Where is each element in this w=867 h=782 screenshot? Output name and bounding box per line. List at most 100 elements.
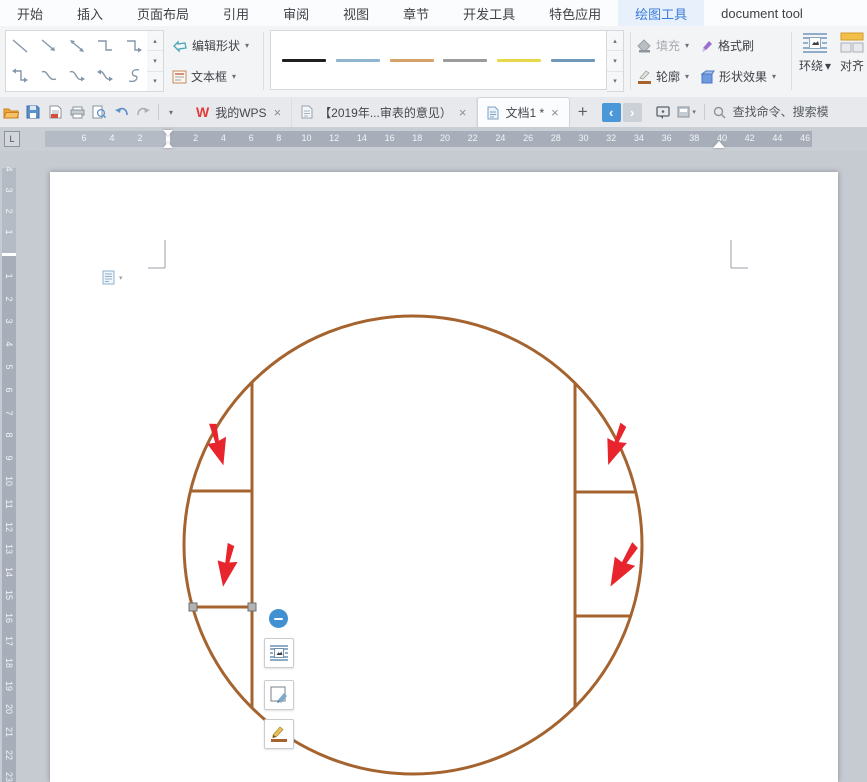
shape-curve-connector-icon[interactable] (34, 61, 62, 91)
shape-double-arrow-icon[interactable] (63, 31, 91, 61)
close-tab-icon[interactable]: × (458, 105, 468, 120)
quick-access-more-button[interactable]: ▾ (163, 101, 179, 123)
menu-tab-special-features[interactable]: 特色应用 (532, 0, 618, 26)
menu-tab-insert[interactable]: 插入 (60, 0, 120, 26)
collapse-toolbar-button[interactable] (269, 609, 288, 628)
tab-scroll-left-button[interactable]: ‹ (601, 102, 621, 122)
menu-tab-section[interactable]: 章节 (386, 0, 446, 26)
first-line-indent-marker[interactable] (163, 130, 173, 136)
new-tab-button[interactable]: + (570, 102, 596, 122)
close-tab-icon[interactable]: × (273, 105, 283, 120)
gallery-more-button[interactable]: ▾ (147, 72, 163, 91)
line-style-gallery (270, 30, 607, 90)
gallery-scroll-down-button[interactable]: ▾ (147, 51, 163, 72)
horizontal-ruler: L 6 4 2 2 4 6 8 10 12 14 16 18 20 22 24 26 28 30 32 34 36 38 4… (0, 127, 867, 151)
view-mode-button[interactable]: ▾ (674, 101, 700, 123)
document-tab-bar: ▾ W 我的WPS × 【2019年...审表的意见） × 文档1 * × + … (0, 97, 867, 128)
redo-button[interactable] (132, 101, 154, 123)
ruler-number: 36 (661, 133, 672, 143)
ruler-number: 1 (4, 273, 14, 279)
ruler-number: 2 (4, 296, 14, 302)
comment-button[interactable] (652, 101, 674, 123)
shape-curve-double-arrow-icon[interactable] (91, 61, 119, 91)
page-canvas[interactable]: ▾ (50, 172, 838, 782)
menu-tab-document-tool[interactable]: document tool (704, 0, 820, 26)
ruler-number: 38 (689, 133, 700, 143)
shape-line-icon[interactable] (6, 31, 34, 61)
ruler-number: 18 (4, 658, 14, 669)
gallery-scroll-up-button[interactable]: ▴ (147, 31, 163, 52)
print-preview-button[interactable] (88, 101, 110, 123)
line-style-swatch[interactable] (551, 58, 596, 62)
line-style-swatch[interactable] (497, 58, 542, 62)
layout-options-button[interactable] (264, 638, 294, 668)
tab-document-2019[interactable]: 【2019年...审表的意见） × (292, 97, 478, 127)
ruler-number: 4 (4, 166, 14, 172)
menu-tab-developer[interactable]: 开发工具 (446, 0, 532, 26)
shape-curve-arrow-icon[interactable] (63, 61, 91, 91)
ruler-number: 9 (4, 455, 14, 461)
minus-icon (274, 617, 283, 620)
tab-document1-active[interactable]: 文档1 * × (477, 97, 570, 127)
shape-freeform-icon[interactable] (120, 61, 148, 91)
line-gallery-up-button[interactable]: ▴ (607, 31, 623, 52)
selection-handle-right[interactable] (247, 602, 257, 612)
document-icon (301, 105, 313, 119)
line-gallery-more-button[interactable]: ▾ (607, 72, 623, 91)
ruler-number: 28 (550, 133, 561, 143)
ruler-number: 44 (772, 133, 783, 143)
close-tab-icon[interactable]: × (550, 105, 560, 120)
hanging-indent-marker[interactable] (163, 142, 173, 148)
tab-stop-selector[interactable]: L (4, 131, 20, 147)
undo-button[interactable] (110, 101, 132, 123)
format-painter-button[interactable]: 格式刷 (700, 37, 754, 54)
open-folder-icon (3, 108, 19, 118)
menu-tab-home[interactable]: 开始 (0, 0, 60, 26)
shape-elbow-arrow-icon[interactable] (120, 31, 148, 61)
ruler-number: 7 (4, 410, 14, 416)
command-search-input[interactable] (730, 104, 847, 120)
edit-shape-button[interactable]: 编辑形状 ▾ (172, 37, 249, 54)
line-style-swatch[interactable] (443, 58, 488, 62)
open-file-button[interactable] (0, 101, 22, 123)
menu-tab-references[interactable]: 引用 (206, 0, 266, 26)
export-pdf-button[interactable] (44, 101, 66, 123)
ruler-number: 14 (356, 133, 367, 143)
shape-arrow-icon[interactable] (34, 31, 62, 61)
menu-tab-review[interactable]: 审阅 (266, 0, 326, 26)
tab-scroll-right-button[interactable]: › (622, 102, 642, 122)
print-button[interactable] (66, 101, 88, 123)
menu-tab-view[interactable]: 视图 (326, 0, 386, 26)
menu-tab-drawing-tools[interactable]: 绘图工具 (618, 0, 705, 26)
shape-style-button[interactable] (264, 680, 294, 710)
align-button[interactable]: 对齐 (840, 32, 864, 74)
outline-color-button[interactable] (264, 719, 294, 749)
save-icon (26, 105, 40, 119)
line-style-swatch[interactable] (389, 58, 434, 62)
ruler-number: 10 (301, 133, 312, 143)
ruler-number: 12 (4, 521, 14, 532)
shape-elbow-connector-icon[interactable] (91, 31, 119, 61)
ruler-number: 1 (4, 229, 14, 235)
wrap-button[interactable]: 环绕 ▾ (799, 32, 831, 74)
outline-icon (638, 69, 651, 84)
shape-effects-button[interactable]: 形状效果 ▾ (700, 68, 776, 85)
outline-button[interactable]: 轮廓 ▾ (637, 68, 689, 85)
ruler-number: 32 (606, 133, 617, 143)
line-style-swatch[interactable] (281, 58, 326, 62)
ruler-number: 16 (384, 133, 395, 143)
selection-handle-left[interactable] (188, 602, 198, 612)
shape-elbow-double-arrow-icon[interactable] (6, 61, 34, 91)
line-style-swatch[interactable] (335, 58, 380, 62)
fill-button[interactable]: 填充 ▾ (637, 37, 689, 54)
red-arrow-annotation[interactable] (213, 542, 240, 589)
ruler-number: 20 (439, 133, 450, 143)
line-gallery-down-button[interactable]: ▾ (607, 51, 623, 72)
document-area: 4 3 2 1 1 2 3 4 5 6 7 8 9 10 11 12 13 14 15 16 17 18 19 20 21 22 2… (0, 151, 867, 782)
ribbon-separator (630, 32, 631, 90)
save-button[interactable] (22, 101, 44, 123)
text-box-button[interactable]: 文本框 ▾ (172, 68, 236, 85)
ruler-number: 21 (4, 726, 14, 737)
menu-tab-page-layout[interactable]: 页面布局 (120, 0, 206, 26)
tab-my-wps[interactable]: W 我的WPS × (187, 97, 293, 127)
